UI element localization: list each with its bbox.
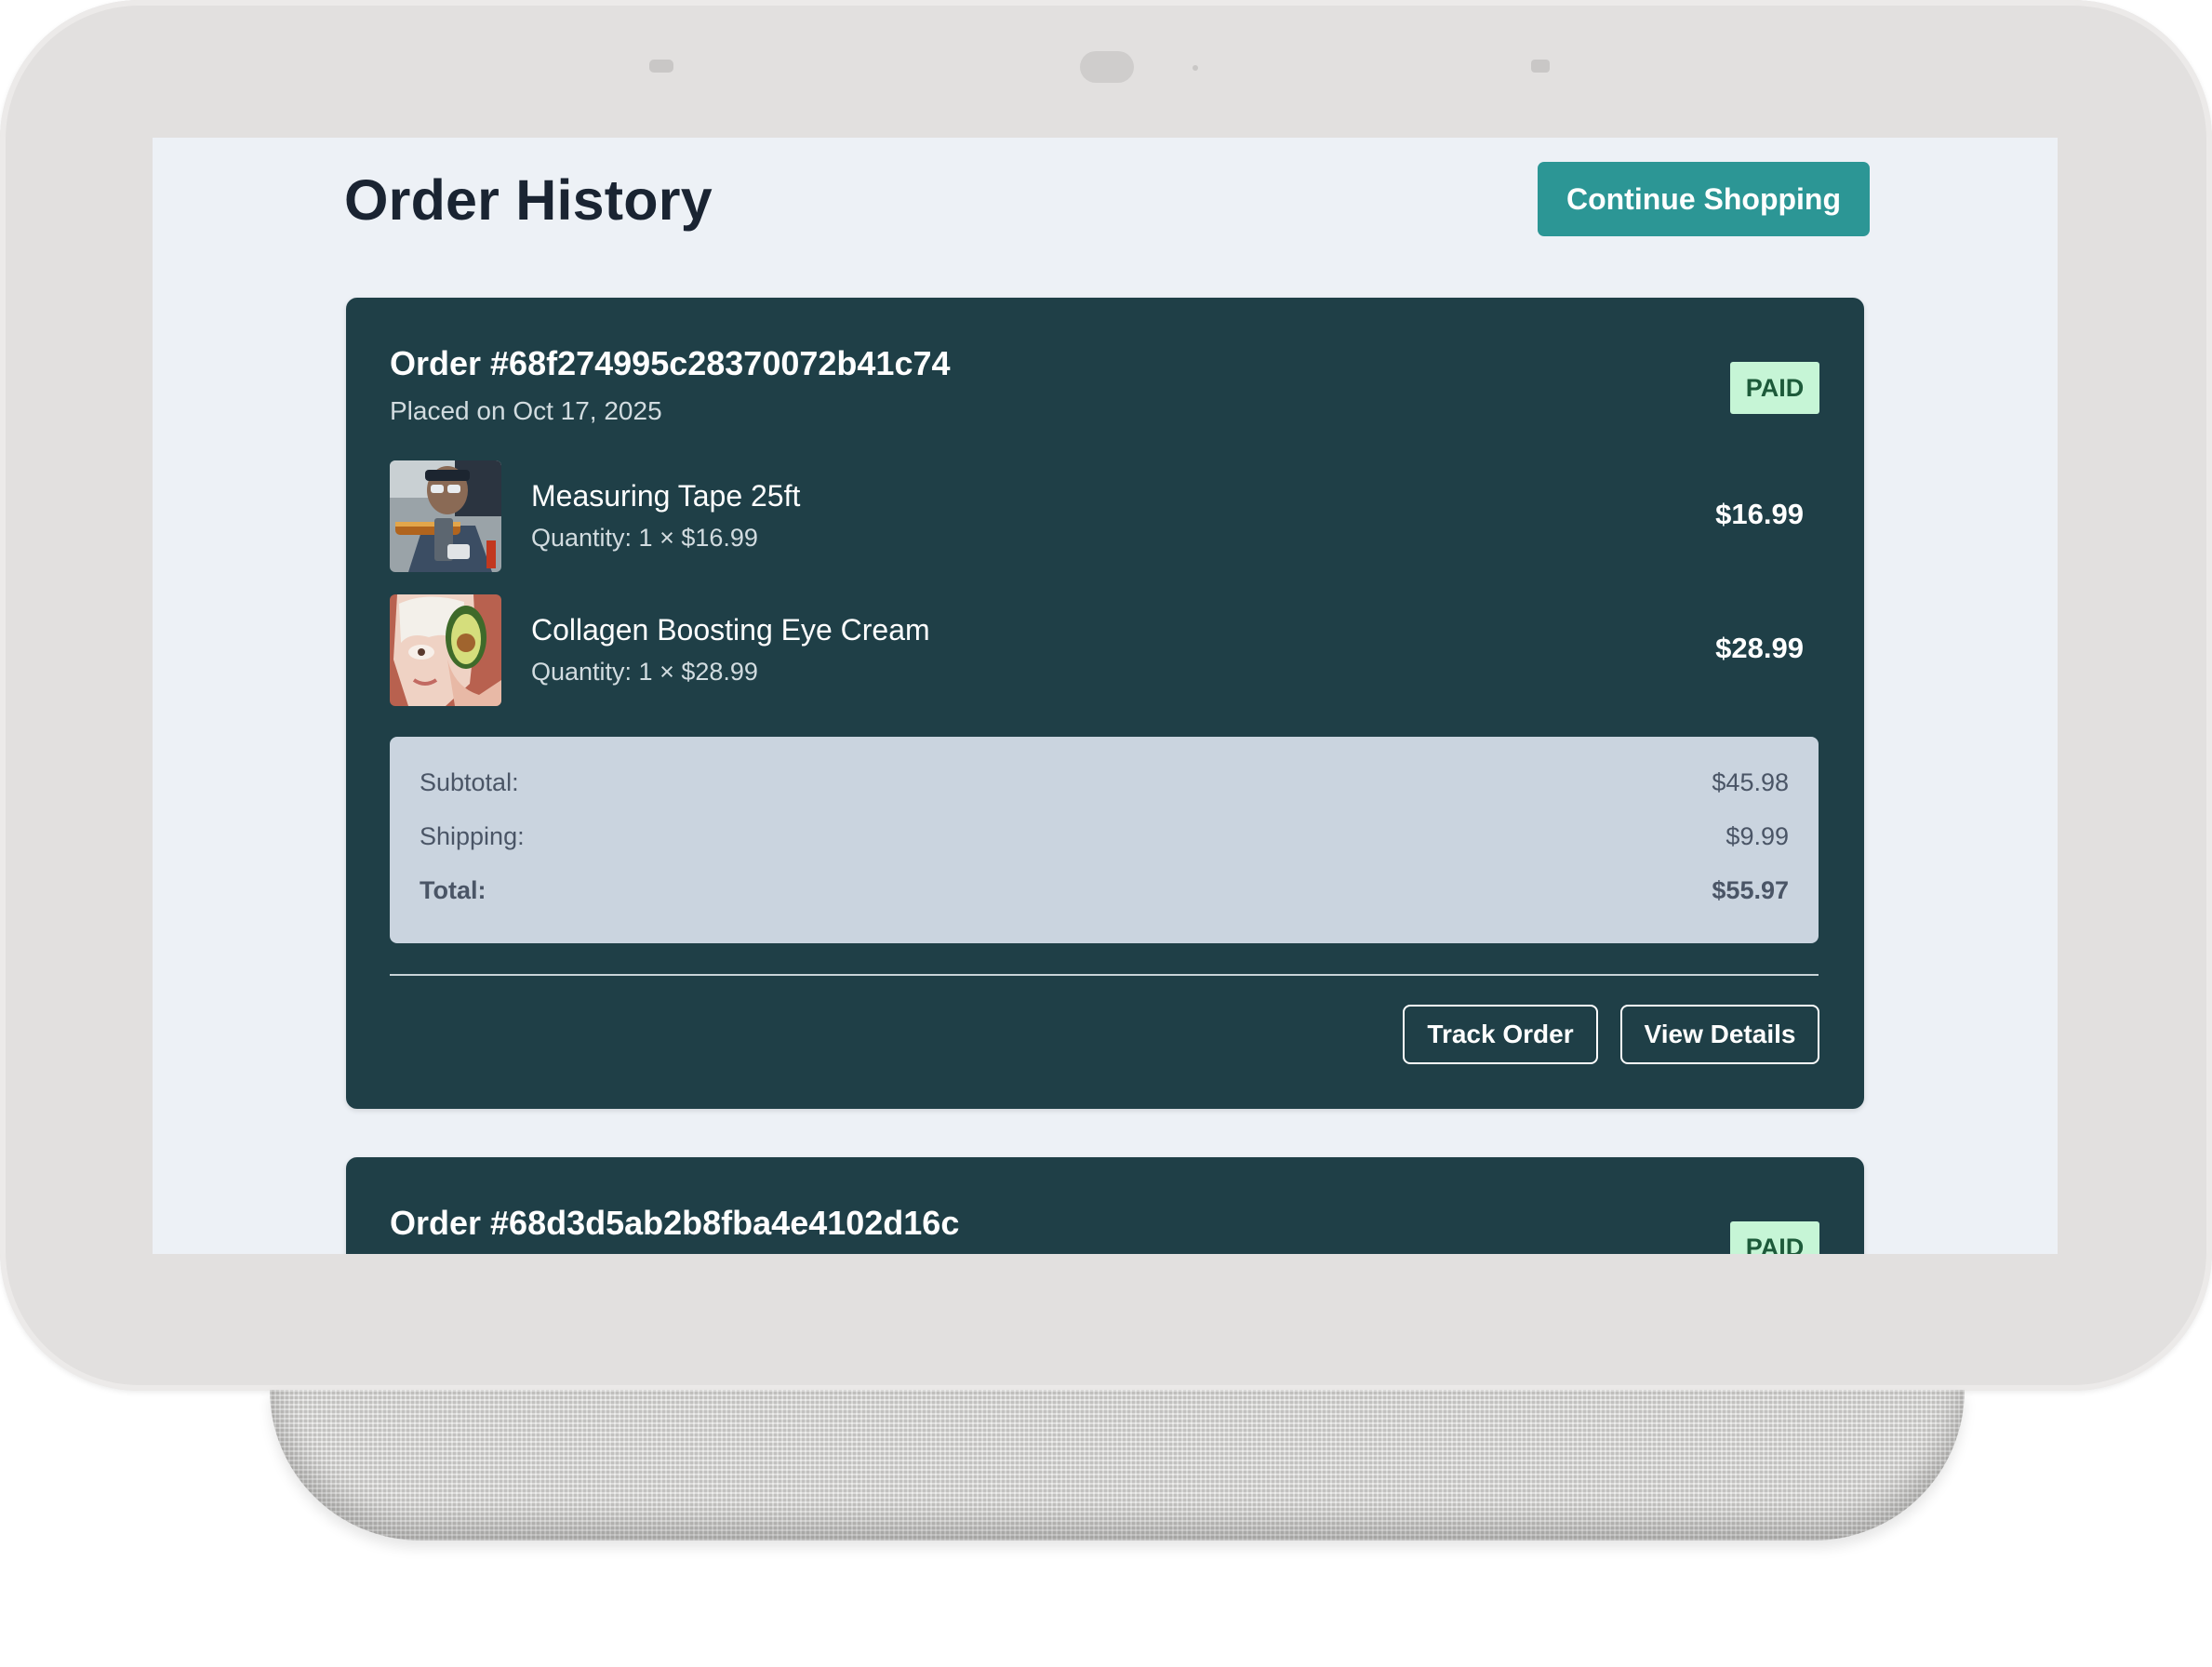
continue-shopping-button[interactable]: Continue Shopping — [1538, 162, 1870, 236]
total-value: $55.97 — [1712, 876, 1789, 904]
subtotal-value: $45.98 — [1712, 768, 1789, 796]
microphone-icon — [1193, 65, 1198, 71]
item-price: $28.99 — [1715, 632, 1804, 664]
card-divider — [390, 974, 1819, 976]
item-quantity: Quantity: 1 × $16.99 — [531, 524, 758, 552]
device-screen: Order History Continue Shopping Order #6… — [153, 138, 2058, 1254]
item-name: Collagen Boosting Eye Cream — [531, 613, 930, 647]
summary-total-row: Total: $55.97 — [420, 876, 1789, 914]
proximity-sensor-icon — [1531, 60, 1550, 73]
order-date: Placed on Oct 17, 2025 — [390, 396, 662, 425]
total-label: Total: — [420, 876, 486, 904]
item-name: Measuring Tape 25ft — [531, 479, 801, 513]
eye-cream-photo-icon — [390, 594, 501, 706]
shipping-value: $9.99 — [1726, 822, 1789, 850]
status-badge: PAID — [1730, 1221, 1819, 1254]
order-card: Order #68d3d5ab2b8fba4e4102d16c PAID — [346, 1157, 1864, 1254]
order-number: Order #68d3d5ab2b8fba4e4102d16c — [390, 1204, 960, 1242]
order-item: Measuring Tape 25ft Quantity: 1 × $16.99… — [390, 460, 1804, 572]
status-badge: PAID — [1730, 362, 1819, 414]
page-header: Order History Continue Shopping — [344, 162, 1870, 236]
device-bezel: Order History Continue Shopping Order #6… — [0, 0, 2212, 1391]
camera-icon — [1080, 51, 1134, 83]
page-title: Order History — [344, 168, 713, 232]
order-summary: Subtotal: $45.98 Shipping: $9.99 Total: … — [390, 737, 1819, 943]
track-order-button[interactable]: Track Order — [1403, 1005, 1598, 1064]
summary-subtotal-row: Subtotal: $45.98 — [420, 768, 1789, 806]
order-item: Collagen Boosting Eye Cream Quantity: 1 … — [390, 594, 1804, 706]
measuring-tape-photo-icon — [390, 460, 501, 572]
light-sensor-icon — [649, 60, 673, 73]
item-price: $16.99 — [1715, 498, 1804, 530]
summary-shipping-row: Shipping: $9.99 — [420, 822, 1789, 860]
shipping-label: Shipping: — [420, 822, 525, 850]
subtotal-label: Subtotal: — [420, 768, 519, 796]
fabric-speaker-base — [270, 1390, 1965, 1540]
view-details-button[interactable]: View Details — [1620, 1005, 1819, 1064]
item-quantity: Quantity: 1 × $28.99 — [531, 658, 758, 686]
order-card: Order #68f274995c28370072b41c74 Placed o… — [346, 298, 1864, 1109]
order-number: Order #68f274995c28370072b41c74 — [390, 344, 951, 382]
